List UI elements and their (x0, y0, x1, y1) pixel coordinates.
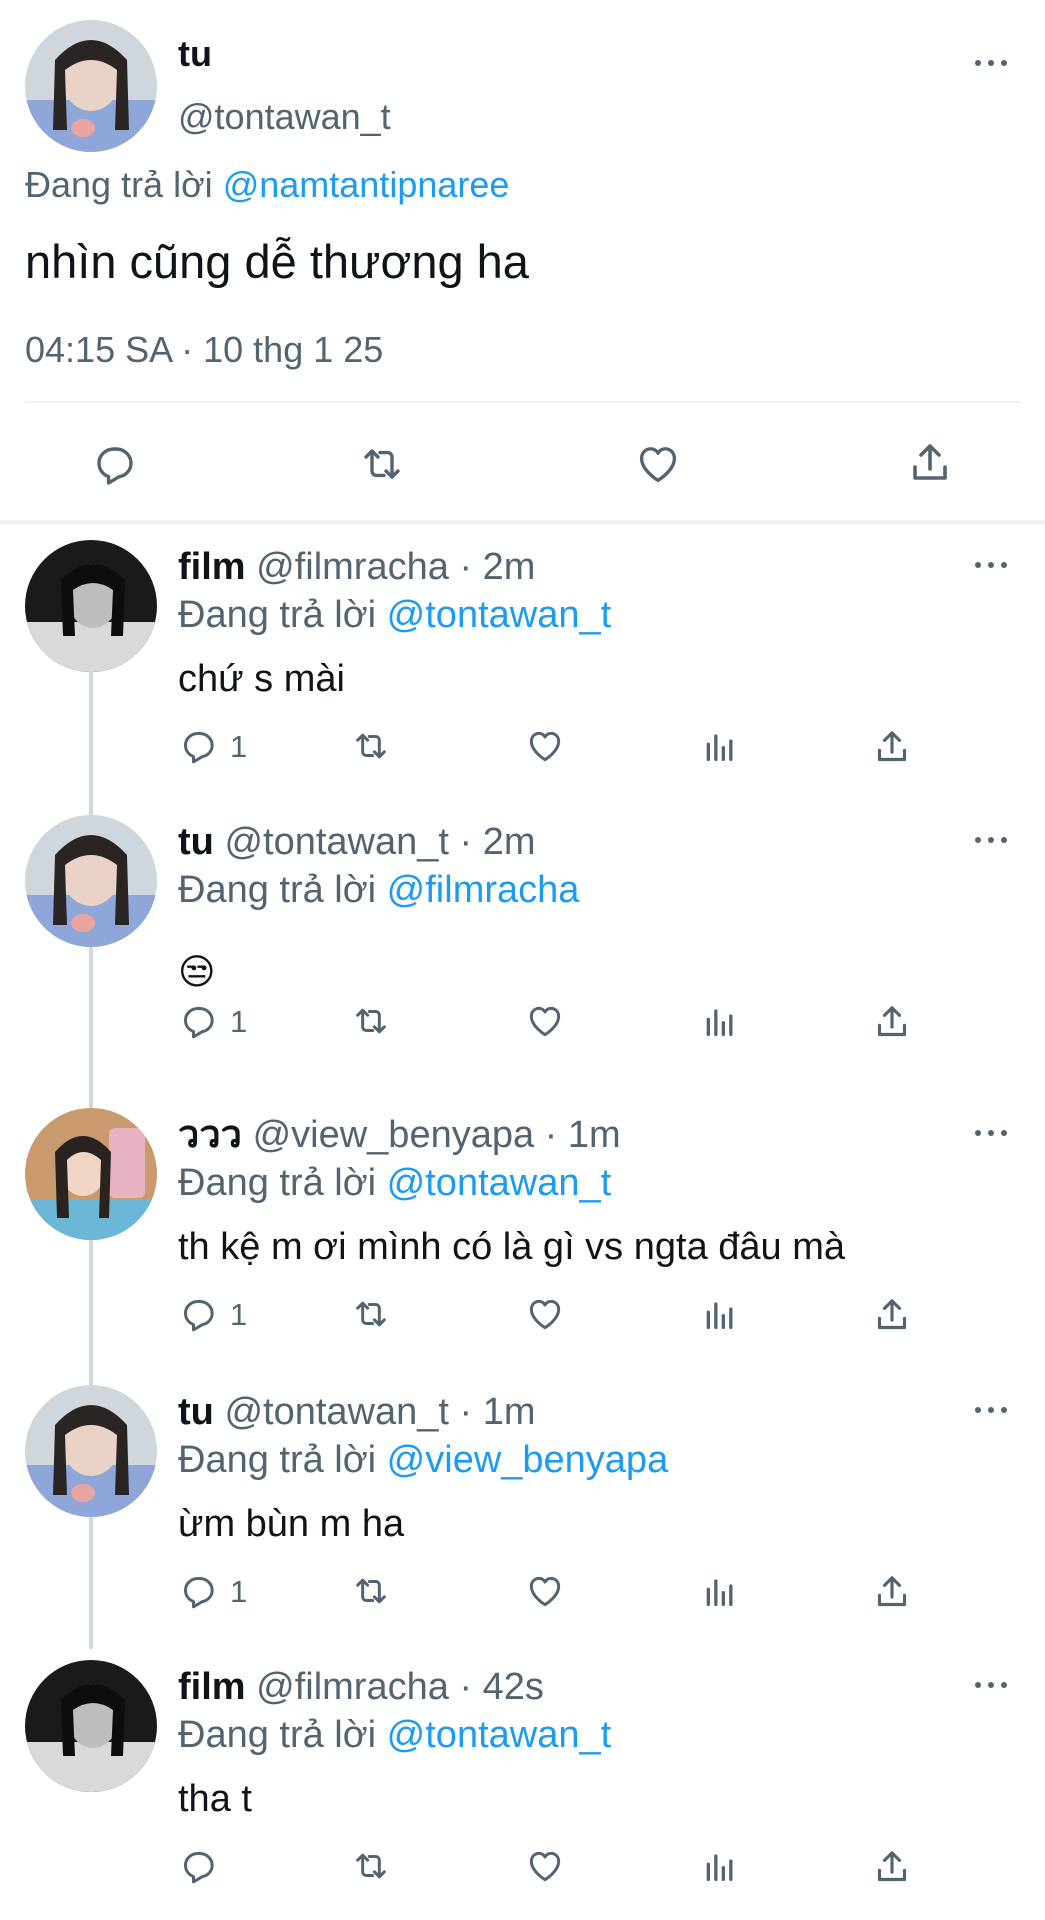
replying-to-link[interactable]: @view_benyapa (387, 1439, 669, 1481)
reply-count: 1 (230, 1004, 248, 1039)
reply-icon[interactable] (178, 1571, 218, 1611)
reply-header: tu @tontawan_t · 1m (178, 1389, 536, 1435)
handle[interactable]: @filmracha (256, 546, 449, 588)
handle[interactable]: @tontawan_t (224, 1391, 449, 1433)
more-icon[interactable] (973, 834, 1009, 846)
share-icon[interactable] (872, 1294, 912, 1336)
more-icon[interactable] (973, 559, 1009, 571)
display-name[interactable]: tu (178, 1391, 214, 1433)
views-icon[interactable] (700, 1846, 740, 1886)
replying-to-line: Đang trả lời @filmracha (178, 867, 579, 913)
reply-icon[interactable] (178, 1294, 218, 1334)
avatar[interactable] (25, 1660, 157, 1792)
retweet-icon[interactable] (350, 1294, 392, 1334)
section-divider (0, 520, 1045, 525)
replying-to-line: Đang trả lời @namtantipnaree (25, 163, 509, 207)
views-icon[interactable] (700, 1294, 740, 1334)
tweet-text: nhìn cũng dễ thương ha (25, 235, 529, 288)
reply-icon[interactable] (178, 1846, 218, 1886)
reply-header: film @filmracha · 42s (178, 1664, 544, 1710)
retweet-icon[interactable] (350, 726, 392, 766)
retweet-icon[interactable] (350, 1571, 392, 1611)
like-icon[interactable] (525, 1001, 565, 1041)
like-icon[interactable] (525, 1571, 565, 1611)
display-name[interactable]: film (178, 546, 246, 588)
reply-count: 1 (230, 1297, 248, 1332)
replying-to-line: Đang trả lời @tontawan_t (178, 1160, 611, 1206)
retweet-icon[interactable] (350, 1001, 392, 1041)
replying-to-line: Đang trả lời @view_benyapa (178, 1437, 668, 1483)
handle[interactable]: @filmracha (256, 1666, 449, 1708)
replying-to-link[interactable]: @namtantipnaree (223, 164, 510, 205)
replying-prefix: Đang trả lời (178, 869, 377, 911)
replying-prefix: Đang trả lời (178, 1439, 377, 1481)
retweet-icon[interactable] (357, 440, 407, 488)
reply-time[interactable]: · 2m (459, 546, 535, 588)
like-icon[interactable] (525, 726, 565, 766)
divider (25, 401, 1020, 403)
replying-to-line: Đang trả lời @tontawan_t (178, 592, 611, 638)
reply-icon[interactable] (90, 440, 138, 488)
like-icon[interactable] (525, 1846, 565, 1886)
reply-time[interactable]: · 1m (545, 1114, 621, 1156)
avatar[interactable] (25, 20, 157, 152)
views-icon[interactable] (700, 726, 740, 766)
reply-header: ววว @view_benyapa · 1m (178, 1112, 621, 1158)
reply-icon[interactable] (178, 1001, 218, 1041)
replying-prefix: Đang trả lời (178, 1714, 377, 1756)
reply-time[interactable]: · 42s (459, 1666, 543, 1708)
replying-to-link[interactable]: @filmracha (387, 869, 580, 911)
avatar[interactable] (25, 540, 157, 672)
handle[interactable]: @tontawan_t (178, 95, 391, 139)
avatar[interactable] (25, 815, 157, 947)
reply-text: 😒 (178, 951, 216, 992)
more-icon[interactable] (973, 1127, 1009, 1139)
display-name[interactable]: tu (178, 32, 212, 76)
retweet-icon[interactable] (350, 1846, 392, 1886)
display-name[interactable]: tu (178, 821, 214, 863)
replying-to-line: Đang trả lời @tontawan_t (178, 1712, 611, 1758)
replying-to-link[interactable]: @tontawan_t (387, 1162, 612, 1204)
replying-prefix: Đang trả lời (178, 1162, 377, 1204)
reply-icon[interactable] (178, 726, 218, 766)
views-icon[interactable] (700, 1001, 740, 1041)
reply-count: 1 (230, 1574, 248, 1609)
display-name[interactable]: film (178, 1666, 246, 1708)
replying-prefix: Đang trả lời (178, 594, 377, 636)
avatar[interactable] (25, 1385, 157, 1517)
share-icon[interactable] (872, 1571, 912, 1613)
reply-header: tu @tontawan_t · 2m (178, 819, 536, 865)
more-icon[interactable] (973, 1679, 1009, 1691)
share-icon[interactable] (872, 1846, 912, 1888)
like-icon[interactable] (525, 1294, 565, 1334)
replying-to-link[interactable]: @tontawan_t (387, 594, 612, 636)
share-icon[interactable] (906, 438, 954, 488)
reply-time[interactable]: · 1m (460, 1391, 536, 1433)
reply-header: film @filmracha · 2m (178, 544, 535, 590)
replying-prefix: Đang trả lời (25, 164, 213, 205)
handle[interactable]: @view_benyapa (253, 1114, 535, 1156)
avatar[interactable] (25, 1108, 157, 1240)
reply-text: chứ s mài (178, 658, 345, 700)
reply-text: tha t (178, 1778, 252, 1820)
handle[interactable]: @tontawan_t (224, 821, 449, 863)
reply-text: ừm bùn m ha (178, 1503, 405, 1545)
reply-count: 1 (230, 729, 248, 764)
reply-time[interactable]: · 2m (460, 821, 536, 863)
share-icon[interactable] (872, 1001, 912, 1043)
reply-text: th kệ m ơi mình có là gì vs ngta đâu mà (178, 1226, 846, 1268)
share-icon[interactable] (872, 726, 912, 768)
more-icon[interactable] (973, 1404, 1009, 1416)
like-icon[interactable] (634, 440, 682, 488)
tweet-timestamp[interactable]: 04:15 SA · 10 thg 1 25 (25, 328, 383, 372)
more-icon[interactable] (973, 57, 1009, 69)
replying-to-link[interactable]: @tontawan_t (387, 1714, 612, 1756)
display-name[interactable]: ววว (178, 1114, 242, 1156)
views-icon[interactable] (700, 1571, 740, 1611)
